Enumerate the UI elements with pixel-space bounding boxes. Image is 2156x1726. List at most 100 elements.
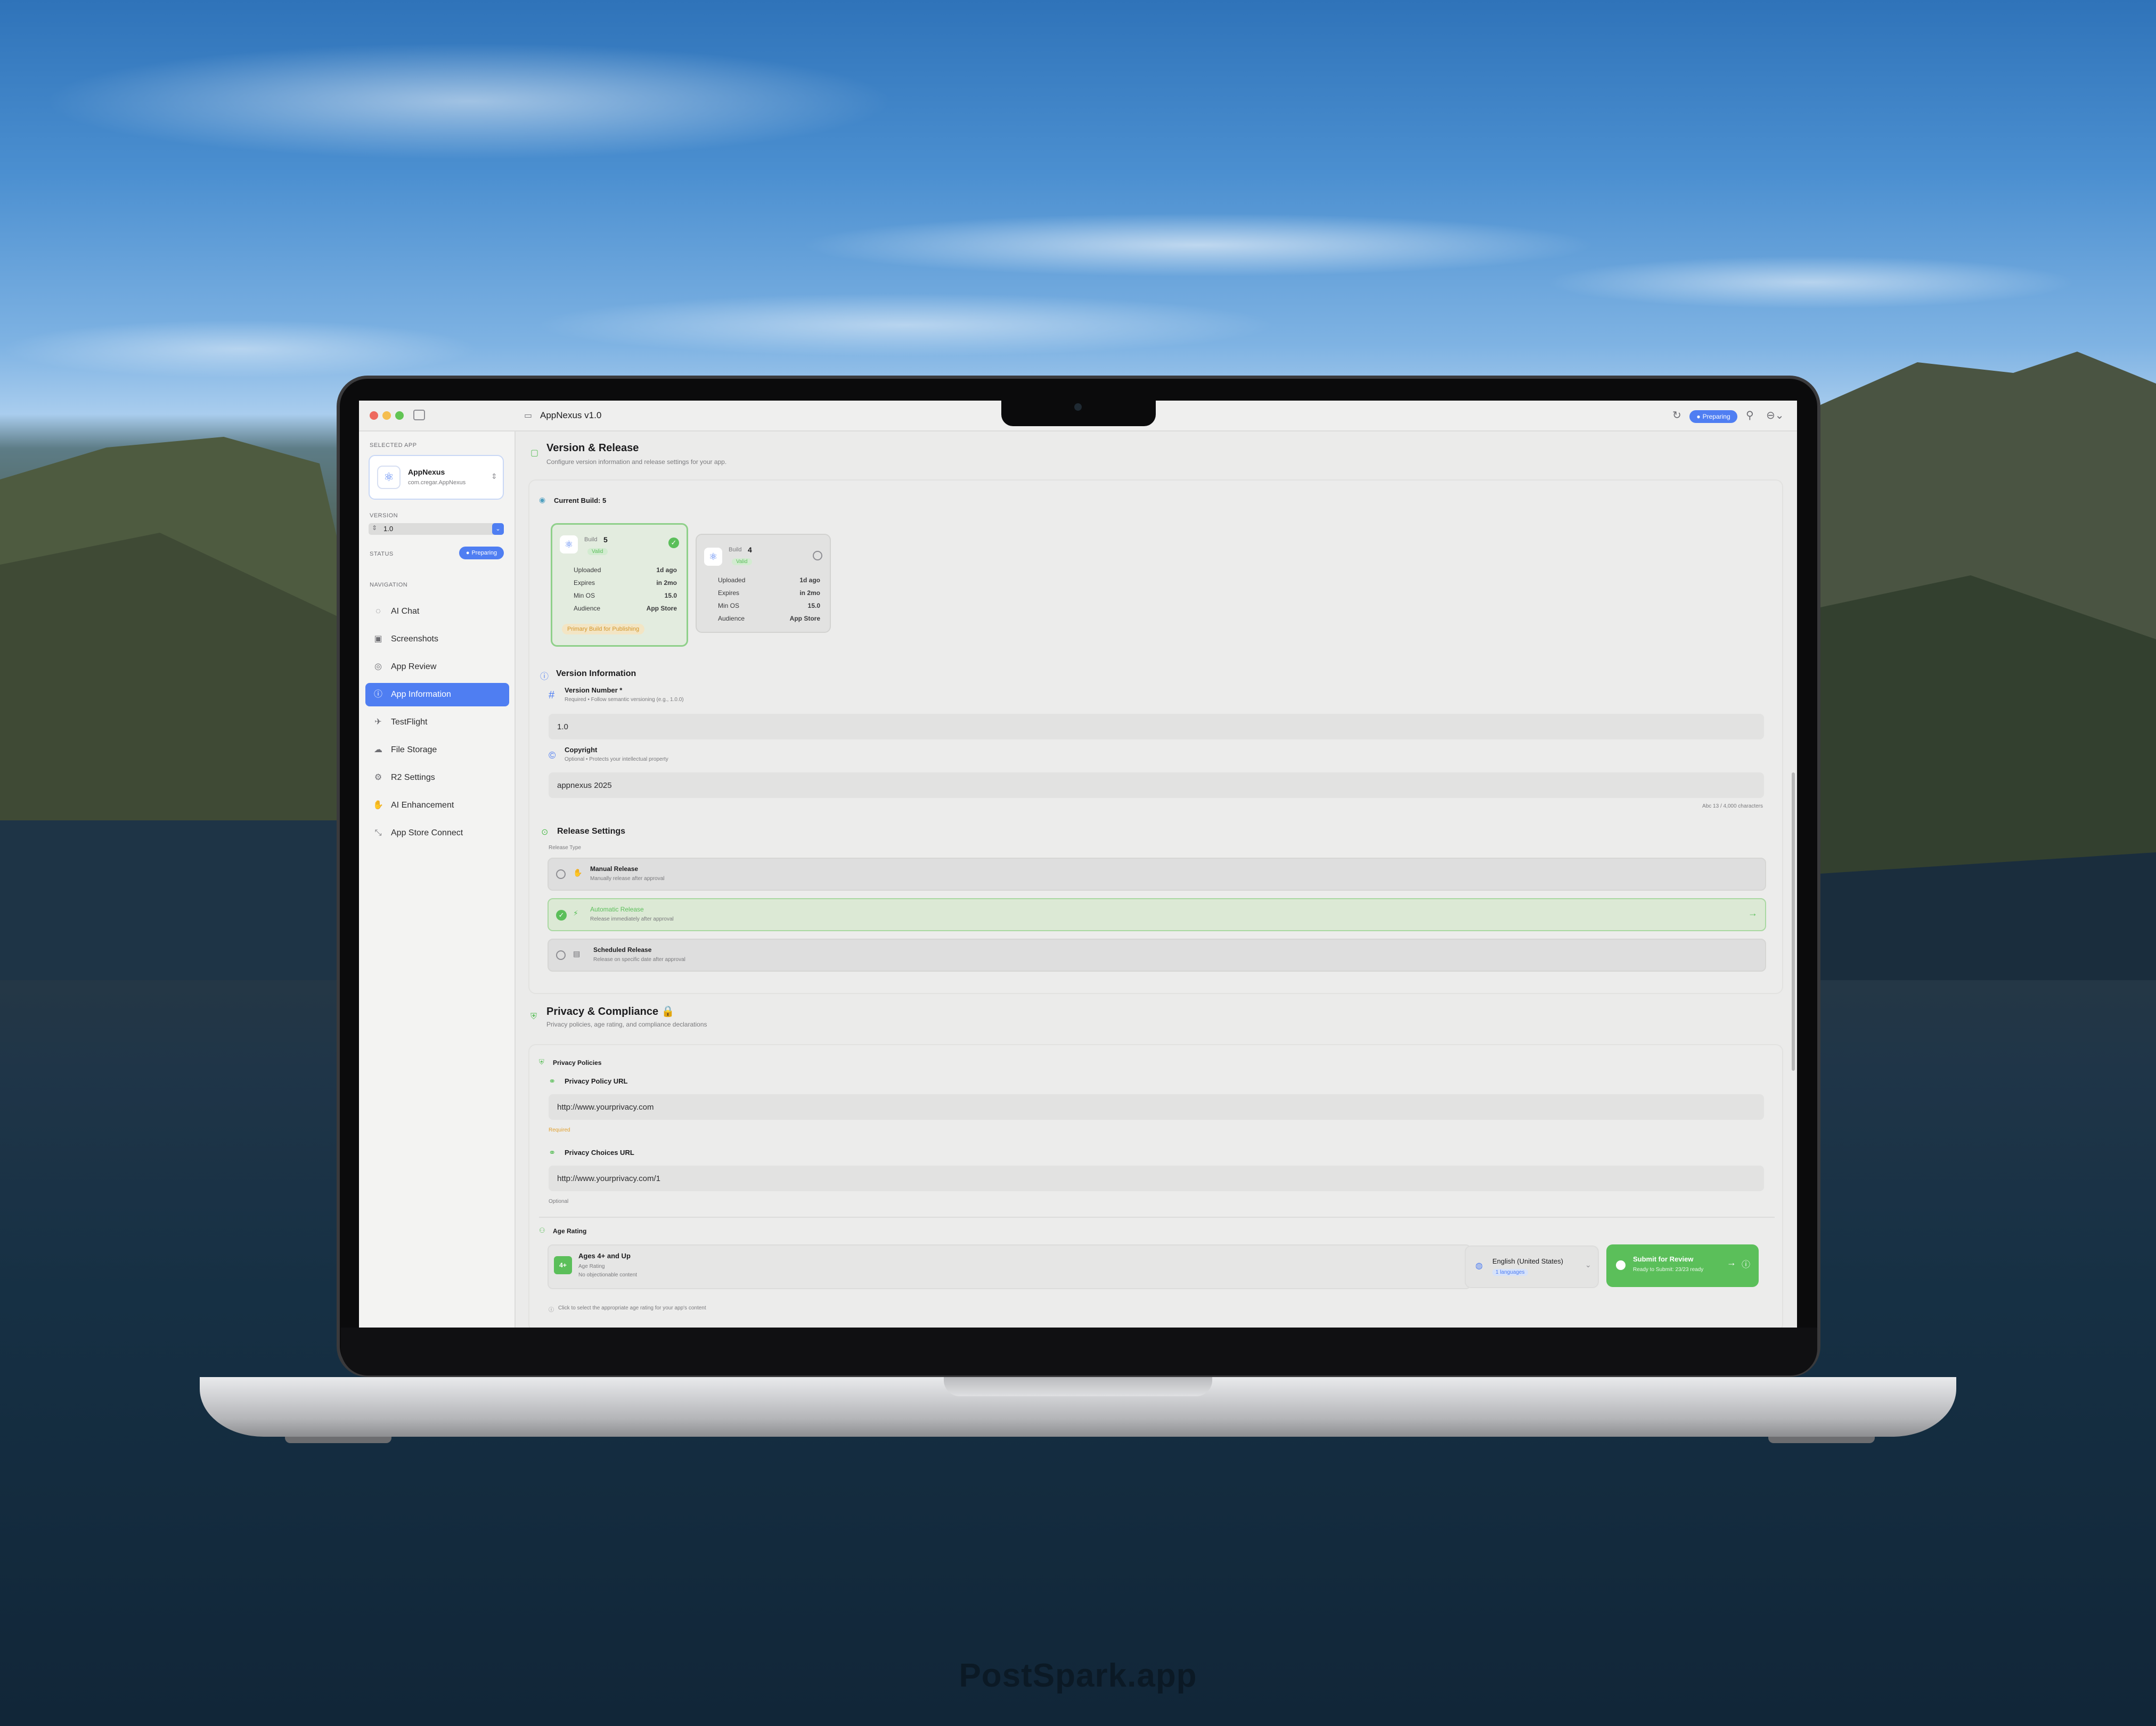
hash-icon: # <box>549 689 555 701</box>
info-icon: ⓘ <box>373 690 382 699</box>
manual-release-title: Manual Release <box>590 865 639 873</box>
submit-for-review-button[interactable]: Submit for Review Ready to Submit: 23/23… <box>1606 1244 1759 1287</box>
age-rating-sub2: No objectionable content <box>578 1272 638 1278</box>
privacy-policy-url-input[interactable]: http://www.yourprivacy.com <box>549 1094 1764 1120</box>
age-rating-selector[interactable]: 4+ Ages 4+ and Up Age Rating No objectio… <box>548 1244 1471 1289</box>
uploaded-label: Uploaded <box>718 576 746 584</box>
scheduled-release-desc: Release on specific date after approval <box>593 957 685 963</box>
minimize-window-button[interactable] <box>382 411 391 420</box>
sidebar-item-r2-settings[interactable]: ⚙ R2 Settings <box>365 766 509 789</box>
screenshots-icon: ▣ <box>374 634 382 644</box>
sidebar-toggle-icon[interactable] <box>413 410 425 420</box>
chat-icon: ◌ <box>375 607 381 616</box>
people-icon: ⚇ <box>539 1226 545 1234</box>
sidebar-item-app-review[interactable]: ◎ App Review <box>365 655 509 679</box>
build-label: Build <box>584 536 598 543</box>
app-selector[interactable]: ⚛ AppNexus com.cregar.AppNexus ⇕ <box>369 455 504 500</box>
checkmark-icon: ✓ <box>668 538 679 548</box>
storage-icon: ☁ <box>374 745 382 754</box>
bolt-icon: ⚡ <box>573 909 578 917</box>
scheduled-release-radio[interactable] <box>556 950 566 960</box>
copyright-hint: Optional • Protects your intellectual pr… <box>565 756 668 762</box>
scheduled-release-title: Scheduled Release <box>593 946 652 954</box>
release-option-manual[interactable]: ✋ Manual Release Manually release after … <box>548 858 1766 891</box>
valid-badge: Valid <box>732 558 752 565</box>
release-icon: ⊙ <box>541 828 549 837</box>
chevron-down-icon: ⌄ <box>492 523 504 535</box>
audience-label: Audience <box>574 605 601 612</box>
section-title-privacy: Privacy & Compliance 🔒 <box>546 1006 675 1017</box>
zoom-window-button[interactable] <box>395 411 404 420</box>
hand-icon: ✋ <box>573 868 583 877</box>
cloud <box>43 43 895 160</box>
automatic-release-desc: Release immediately after approval <box>590 916 674 922</box>
sidebar-item-app-information[interactable]: ⓘ App Information <box>365 683 509 706</box>
laptop-groove <box>944 1377 1212 1396</box>
sidebar-item-file-storage[interactable]: ☁ File Storage <box>365 738 509 762</box>
connect-icon: ⤡ <box>374 828 382 837</box>
minos-value: 15.0 <box>807 602 820 609</box>
chevron-down-icon: ⌄ <box>1585 1260 1591 1269</box>
optional-hint: Optional <box>549 1199 569 1204</box>
build-radio[interactable] <box>813 551 822 560</box>
version-number-input[interactable]: 1.0 <box>549 714 1764 739</box>
laptop-icon: ▭ <box>524 411 533 420</box>
automatic-release-title: Automatic Release <box>590 906 644 913</box>
release-option-automatic[interactable]: ✓ ⚡ Automatic Release Release immediatel… <box>548 898 1766 931</box>
close-window-button[interactable] <box>370 411 378 420</box>
minos-value: 15.0 <box>664 592 677 599</box>
info-icon: ⓘ <box>1742 1260 1751 1269</box>
navigation-label: NAVIGATION <box>370 582 408 588</box>
version-number-label: Version Number * <box>565 686 623 694</box>
release-settings-title: Release Settings <box>557 827 626 836</box>
manual-release-desc: Manually release after approval <box>590 876 665 882</box>
section-title-version-release: Version & Release <box>546 442 639 454</box>
privacy-choices-url-label: Privacy Choices URL <box>565 1149 634 1157</box>
app-window: ▭ AppNexus v1.0 ↻ ● Preparing ⚲ ⊖⌄ SELECT… <box>359 401 1797 1328</box>
copyright-label: Copyright <box>565 746 598 754</box>
calendar-icon: ▤ <box>573 949 581 958</box>
release-type-label: Release Type <box>549 845 581 851</box>
refresh-icon[interactable]: ↻ <box>1672 409 1681 422</box>
release-option-scheduled[interactable]: ▤ Scheduled Release Release on specific … <box>548 939 1766 972</box>
build-card-5[interactable]: ⚛ Build 5 Valid ✓ Uploaded 1d ago Expire… <box>551 523 688 647</box>
bundle-id: com.cregar.AppNexus <box>408 479 466 486</box>
chevron-updown-icon: ⇕ <box>491 472 497 481</box>
info-circle-icon: ⓘ <box>540 672 549 681</box>
scrollbar[interactable] <box>1792 772 1795 1071</box>
cloud <box>1545 256 2077 309</box>
expires-value: in 2mo <box>656 579 677 587</box>
copyright-input[interactable]: appnexus 2025 <box>549 772 1764 798</box>
sidebar-item-screenshots[interactable]: ▣ Screenshots <box>365 628 509 651</box>
sidebar-item-app-store-connect[interactable]: ⤡ App Store Connect <box>365 821 509 845</box>
laptop-foot <box>285 1437 391 1443</box>
enhancement-icon: ✋ <box>373 801 383 810</box>
policy-icon: ⛨ <box>539 1058 544 1066</box>
privacy-choices-url-input[interactable]: http://www.yourprivacy.com/1 <box>549 1166 1764 1191</box>
version-label: VERSION <box>370 512 398 519</box>
checkmark-icon: ✓ <box>556 910 567 921</box>
link-icon[interactable]: ⚲ <box>1746 409 1754 422</box>
status-label: STATUS <box>370 551 394 557</box>
manual-release-radio[interactable] <box>556 869 566 879</box>
uploaded-label: Uploaded <box>574 566 601 574</box>
expires-label: Expires <box>718 589 740 597</box>
language-selector[interactable]: ◍ English (United States) 1 languages ⌄ <box>1465 1245 1599 1288</box>
build-number: 5 <box>603 535 608 544</box>
globe-icon: ◍ <box>1475 1261 1483 1271</box>
selected-app-label: SELECTED APP <box>370 442 417 449</box>
privacy-policy-url-label: Privacy Policy URL <box>565 1077 628 1085</box>
languages-count: 1 languages <box>1492 1269 1528 1276</box>
expires-value: in 2mo <box>799 589 820 597</box>
version-select[interactable]: ⇕ 1.0 ⌄ <box>369 523 504 535</box>
version-release-card: ◉ Current Build: 5 ⚛ Build 5 Valid ✓ Upl… <box>528 479 1783 994</box>
sidebar-item-ai-chat[interactable]: ◌ AI Chat <box>365 600 509 623</box>
required-hint: Required <box>549 1127 570 1133</box>
divider <box>539 1217 1775 1218</box>
build-card-4[interactable]: ⚛ Build 4 Valid Uploaded 1d ago Expires … <box>696 534 831 633</box>
sidebar-item-ai-enhancement[interactable]: ✋ AI Enhancement <box>365 794 509 817</box>
sidebar-item-testflight[interactable]: ✈ TestFlight <box>365 711 509 734</box>
link-icon: ⚭ <box>549 1149 556 1158</box>
more-options-icon[interactable]: ⊖⌄ <box>1766 409 1784 422</box>
age-rating-sub1: Age Rating <box>578 1264 605 1269</box>
